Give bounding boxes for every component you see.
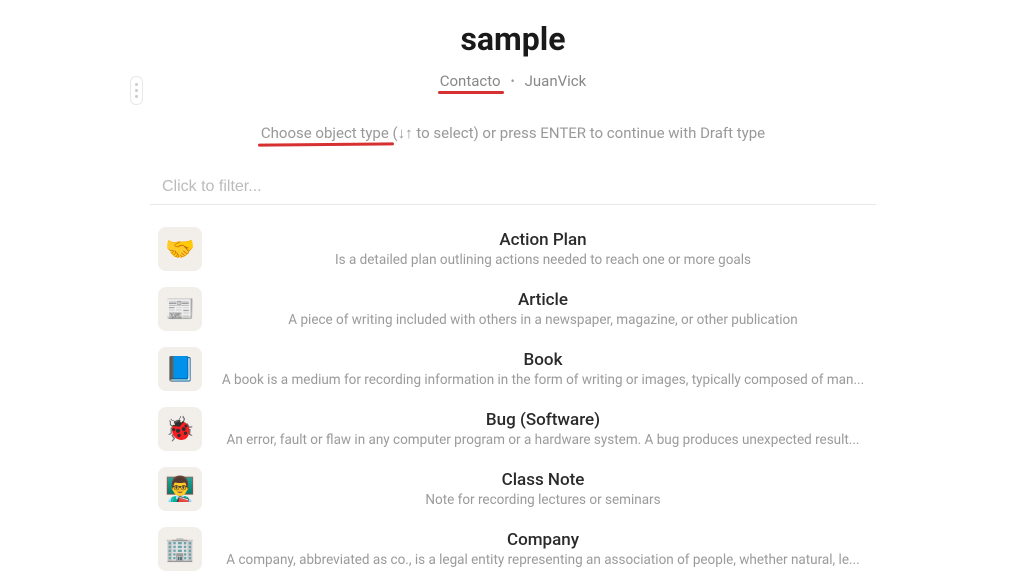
- bug-icon: 🐞: [158, 407, 202, 451]
- type-item-title: Bug (Software): [218, 410, 868, 430]
- type-item-text: Company A company, abbreviated as co., i…: [218, 530, 868, 568]
- type-item-title: Action Plan: [218, 230, 868, 250]
- annotation-underline-icon: [258, 143, 394, 148]
- type-item-title: Book: [218, 350, 868, 370]
- type-item-title: Class Note: [218, 470, 868, 490]
- type-item-title: Company: [218, 530, 868, 550]
- type-item-desc: A piece of writing included with others …: [218, 312, 868, 328]
- newspaper-icon: 📰: [158, 287, 202, 331]
- annotation-underline-icon: [438, 91, 504, 94]
- type-picker: 🤝 Action Plan Is a detailed plan outlini…: [150, 170, 876, 579]
- type-item-article[interactable]: 📰 Article A piece of writing included wi…: [150, 279, 876, 339]
- page-title: sample: [0, 20, 1026, 58]
- type-item-text: Bug (Software) An error, fault or flaw i…: [218, 410, 868, 448]
- book-icon: 📘: [158, 347, 202, 391]
- teacher-icon: 👨‍🏫: [158, 467, 202, 511]
- type-list: 🤝 Action Plan Is a detailed plan outlini…: [150, 219, 876, 579]
- type-hint: Choose object type (↓↑ to select) or pre…: [261, 124, 765, 142]
- type-item-desc: A company, abbreviated as co., is a lega…: [218, 552, 868, 568]
- type-item-title: Article: [218, 290, 868, 310]
- filter-input[interactable]: [150, 170, 876, 205]
- type-item-book[interactable]: 📘 Book A book is a medium for recording …: [150, 339, 876, 399]
- type-item-desc: An error, fault or flaw in any computer …: [218, 432, 868, 448]
- type-item-class-note[interactable]: 👨‍🏫 Class Note Note for recording lectur…: [150, 459, 876, 519]
- type-hint-prefix: Choose object type: [261, 124, 389, 142]
- type-item-desc: A book is a medium for recording informa…: [218, 372, 868, 388]
- breadcrumb-separator: •: [511, 74, 515, 88]
- type-item-text: Book A book is a medium for recording in…: [218, 350, 868, 388]
- type-hint-rest: (↓↑ to select) or press ENTER to continu…: [389, 124, 765, 142]
- type-item-text: Class Note Note for recording lectures o…: [218, 470, 868, 508]
- breadcrumb-contact-label: Contacto: [440, 72, 501, 90]
- type-item-desc: Note for recording lectures or seminars: [218, 492, 868, 508]
- building-icon: 🏢: [158, 527, 202, 571]
- type-item-company[interactable]: 🏢 Company A company, abbreviated as co.,…: [150, 519, 876, 579]
- type-item-action-plan[interactable]: 🤝 Action Plan Is a detailed plan outlini…: [150, 219, 876, 279]
- handshake-icon: 🤝: [158, 227, 202, 271]
- type-hint-highlight: Choose object type: [261, 124, 389, 142]
- type-item-desc: Is a detailed plan outlining actions nee…: [218, 252, 868, 268]
- type-item-text: Article A piece of writing included with…: [218, 290, 868, 328]
- breadcrumb-contact[interactable]: Contacto: [440, 72, 501, 90]
- breadcrumb-user[interactable]: JuanVick: [525, 72, 587, 90]
- type-item-bug[interactable]: 🐞 Bug (Software) An error, fault or flaw…: [150, 399, 876, 459]
- breadcrumb: Contacto • JuanVick: [0, 72, 1026, 90]
- type-item-text: Action Plan Is a detailed plan outlining…: [218, 230, 868, 268]
